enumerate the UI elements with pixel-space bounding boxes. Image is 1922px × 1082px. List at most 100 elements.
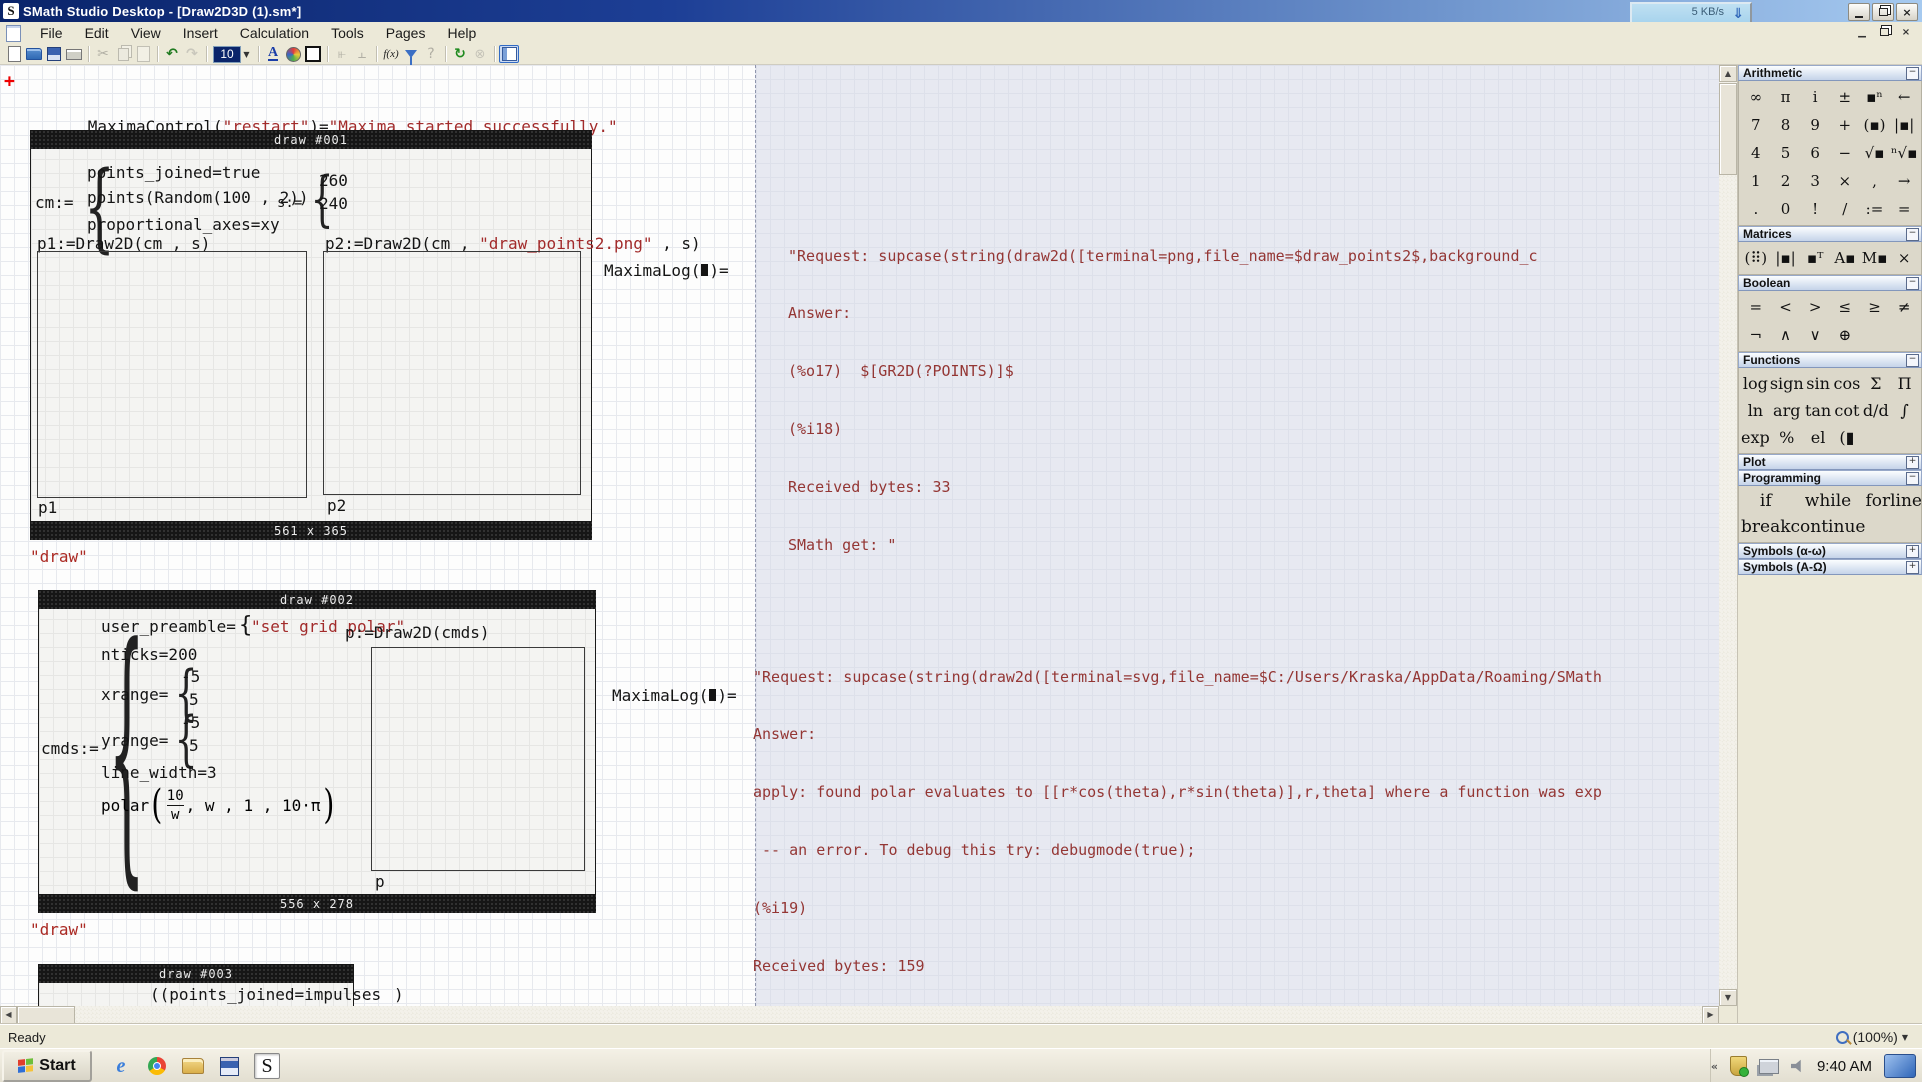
side-panel-toggle-button[interactable]	[499, 45, 519, 63]
collapse-icon[interactable]: −	[1906, 228, 1919, 241]
boolean-button[interactable]: ≠	[1889, 293, 1919, 321]
arithmetic-button[interactable]: =	[1889, 195, 1919, 223]
draw-result-2[interactable]: "draw"	[30, 920, 88, 939]
mdi-minimize-button[interactable]: ▁	[1854, 25, 1870, 39]
region-title-bar[interactable]: draw #003	[38, 964, 354, 983]
panel-header-programming[interactable]: Programming −	[1738, 470, 1922, 486]
arithmetic-button[interactable]: (▪)	[1860, 111, 1890, 139]
arithmetic-button[interactable]: i	[1800, 83, 1830, 111]
boolean-button[interactable]: =	[1741, 293, 1771, 321]
boolean-button[interactable]: <	[1771, 293, 1801, 321]
functions-button[interactable]: el	[1804, 424, 1833, 451]
panel-header-plot[interactable]: Plot +	[1738, 454, 1922, 470]
arithmetic-button[interactable]: ,	[1860, 167, 1890, 195]
horizontal-scrollbar[interactable]: ◀ ▶	[0, 1006, 1719, 1024]
print-button[interactable]	[64, 45, 84, 63]
boolean-button[interactable]: ≥	[1860, 293, 1890, 321]
matrices-button[interactable]: A▪	[1830, 244, 1860, 272]
restore-button[interactable]	[1872, 3, 1894, 21]
panel-header-symbols-lower[interactable]: Symbols (α-ω) +	[1738, 543, 1922, 559]
functions-button[interactable]: cot	[1833, 397, 1862, 424]
new-button[interactable]	[4, 45, 24, 63]
volume-icon[interactable]	[1791, 1059, 1805, 1073]
function-button[interactable]: f(x)	[381, 45, 401, 63]
font-size-control[interactable]: 10 ▼	[213, 46, 252, 63]
arithmetic-button[interactable]: :=	[1860, 195, 1890, 223]
undo-button[interactable]: ↶	[162, 45, 182, 63]
menu-item[interactable]: Calculation	[229, 22, 320, 44]
functions-button[interactable]: arg	[1770, 397, 1804, 424]
save-button[interactable]	[44, 45, 64, 63]
arithmetic-button[interactable]: →	[1889, 167, 1919, 195]
panel-header-symbols-upper[interactable]: Symbols (A-Ω) +	[1738, 559, 1922, 575]
recalculate-button[interactable]: ↻	[450, 45, 470, 63]
mdi-close-button[interactable]: ×	[1898, 25, 1914, 39]
scroll-left-button[interactable]: ◀	[0, 1006, 17, 1024]
arithmetic-button[interactable]: √▪	[1860, 139, 1890, 167]
functions-button[interactable]: ln	[1741, 397, 1770, 424]
border-button[interactable]	[303, 45, 323, 63]
functions-button[interactable]: %	[1770, 424, 1804, 451]
zoom-control[interactable]: (100%) ▼	[1836, 1025, 1908, 1049]
arithmetic-button[interactable]: 1	[1741, 167, 1771, 195]
vertical-scroll-thumb[interactable]	[1719, 83, 1737, 175]
p-expression[interactable]: p:=Draw2D(cmds)	[345, 623, 490, 642]
font-size-dropdown-icon[interactable]: ▼	[241, 46, 252, 63]
arithmetic-button[interactable]: ▪ⁿ	[1860, 83, 1890, 111]
boolean-button[interactable]: >	[1800, 293, 1830, 321]
arithmetic-button[interactable]: 0	[1771, 195, 1801, 223]
functions-button[interactable]: d/d	[1861, 397, 1890, 424]
expand-icon[interactable]: +	[1906, 561, 1919, 574]
mdi-restore-button[interactable]	[1876, 25, 1892, 39]
network-tray-icon[interactable]	[1759, 1059, 1779, 1074]
region-size-bar[interactable]: 561 x 365	[30, 521, 592, 540]
draw-region-001[interactable]: draw #001 cm:= { points_joined=true poin…	[30, 130, 592, 540]
arithmetic-button[interactable]: /	[1830, 195, 1860, 223]
security-shield-icon[interactable]	[1730, 1056, 1747, 1076]
tray-chevron-icon[interactable]: «	[1711, 1060, 1718, 1073]
matrices-button[interactable]: ⨯	[1889, 244, 1919, 272]
expand-icon[interactable]: +	[1906, 456, 1919, 469]
panel-header-arithmetic[interactable]: Arithmetic −	[1738, 65, 1922, 81]
region-title-bar[interactable]: draw #001	[30, 130, 592, 149]
boolean-button[interactable]: ≤	[1830, 293, 1860, 321]
collapse-icon[interactable]: −	[1906, 277, 1919, 290]
boolean-button[interactable]: ⊕	[1830, 321, 1860, 349]
programming-button[interactable]: line	[1890, 488, 1922, 514]
arithmetic-button[interactable]: ×	[1830, 167, 1860, 195]
matrices-button[interactable]: |▪|	[1771, 244, 1801, 272]
horizontal-scroll-thumb[interactable]	[17, 1006, 75, 1024]
font-color-button[interactable]: A	[263, 45, 283, 63]
boolean-button[interactable]: ∨	[1800, 321, 1830, 349]
programming-button[interactable]: for	[1865, 488, 1890, 514]
align-horizontal-button[interactable]: ⫦	[332, 45, 352, 63]
programming-button[interactable]: break	[1741, 514, 1791, 540]
arithmetic-button[interactable]: +	[1830, 111, 1860, 139]
align-vertical-button[interactable]: ⫠	[352, 45, 372, 63]
plot-box-p1[interactable]	[37, 251, 307, 498]
functions-button[interactable]: log	[1741, 370, 1770, 397]
functions-button[interactable]: tan	[1804, 397, 1833, 424]
collapse-icon[interactable]: −	[1906, 67, 1919, 80]
functions-button[interactable]: Π	[1890, 370, 1919, 397]
show-desktop-icon[interactable]	[1884, 1054, 1916, 1078]
internet-explorer-icon[interactable]: e	[110, 1055, 132, 1077]
arithmetic-button[interactable]: 7	[1741, 111, 1771, 139]
cut-button[interactable]: ✂	[93, 45, 113, 63]
smath-taskbar-icon[interactable]: S	[254, 1053, 280, 1079]
functions-button[interactable]: Σ	[1861, 370, 1890, 397]
functions-button[interactable]: ∫	[1890, 397, 1919, 424]
programming-button[interactable]: if	[1741, 488, 1791, 514]
paste-button[interactable]	[133, 45, 153, 63]
vertical-scrollbar[interactable]: ▲ ▼	[1719, 65, 1737, 1006]
functions-button[interactable]: (▮	[1833, 424, 1862, 451]
collapse-icon[interactable]: −	[1906, 354, 1919, 367]
panel-header-matrices[interactable]: Matrices −	[1738, 226, 1922, 242]
arithmetic-button[interactable]: −	[1830, 139, 1860, 167]
functions-button[interactable]: sin	[1804, 370, 1833, 397]
region-size-bar[interactable]: 556 x 278	[38, 894, 596, 913]
minimize-button[interactable]	[1848, 3, 1870, 21]
copy-button[interactable]	[113, 45, 133, 63]
draw3-partial-expression[interactable]: ((points_joined=impulses	[150, 985, 381, 1004]
collapse-icon[interactable]: −	[1906, 472, 1919, 485]
